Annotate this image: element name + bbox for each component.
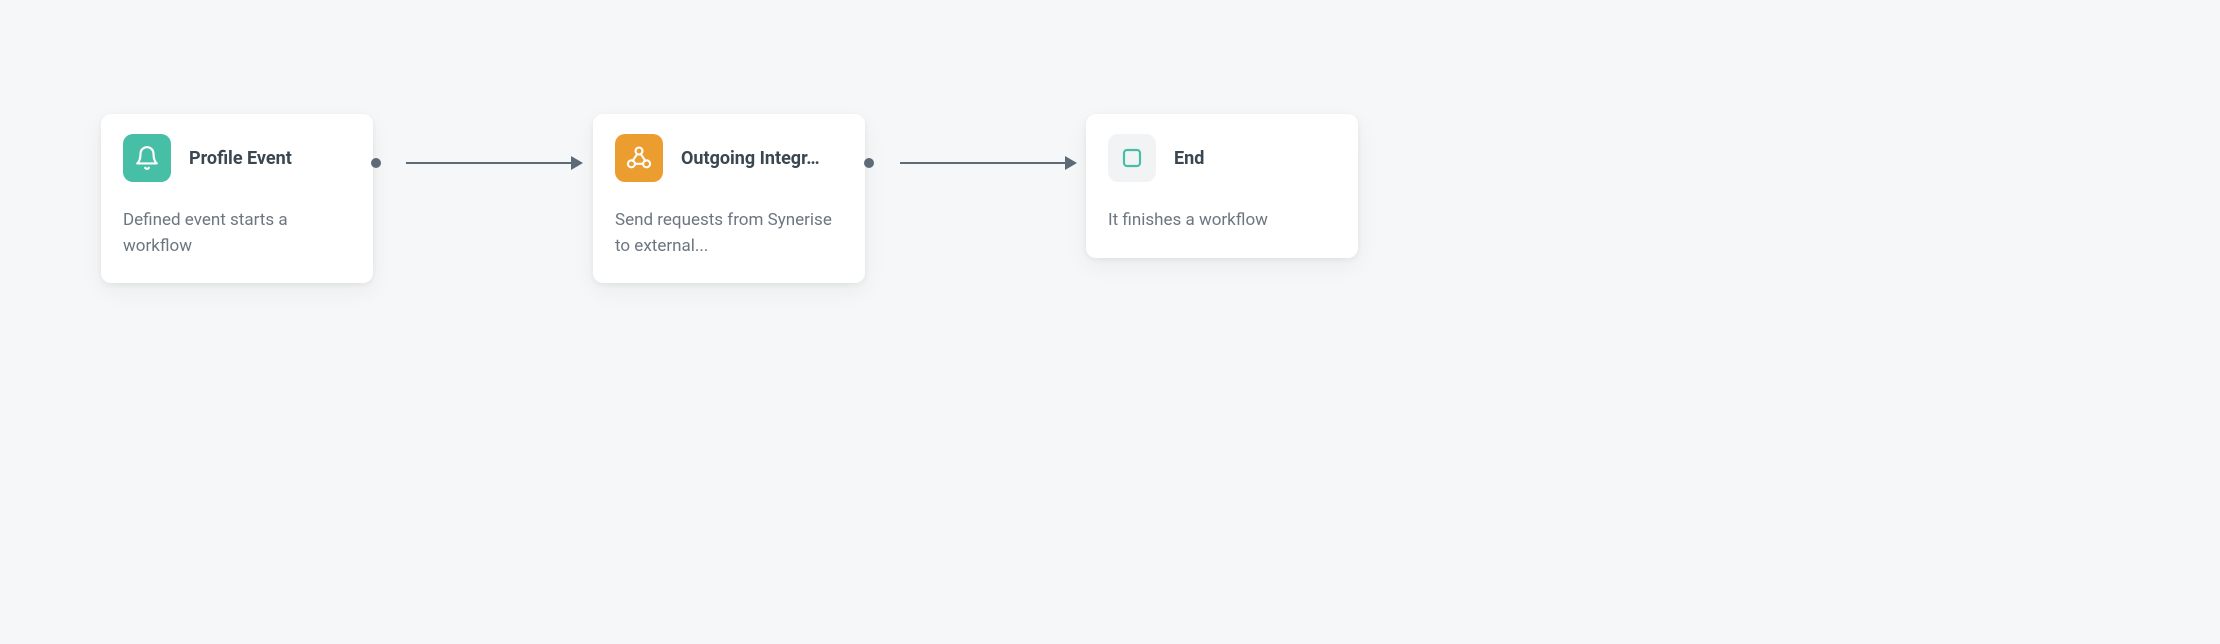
workflow-canvas[interactable]: Profile Event Defined event starts a wor… (0, 0, 2220, 644)
stop-icon (1108, 134, 1156, 182)
node-outgoing-integration[interactable]: Outgoing Integr… Send requests from Syne… (593, 114, 865, 283)
arrow-connector (406, 156, 583, 170)
node-header: End (1108, 134, 1336, 182)
node-header: Profile Event (123, 134, 351, 182)
node-header: Outgoing Integr… (615, 134, 843, 182)
bell-icon (123, 134, 171, 182)
node-title: Profile Event (189, 148, 292, 169)
node-description: Defined event starts a workflow (123, 208, 351, 259)
node-description: Send requests from Synerise to external.… (615, 208, 843, 259)
connector-dot[interactable] (371, 158, 381, 168)
connector-dot[interactable] (864, 158, 874, 168)
node-title: End (1174, 148, 1204, 169)
node-profile-event[interactable]: Profile Event Defined event starts a wor… (101, 114, 373, 283)
webhook-icon (615, 134, 663, 182)
node-title: Outgoing Integr… (681, 148, 820, 169)
arrow-connector (900, 156, 1077, 170)
node-description: It finishes a workflow (1108, 208, 1336, 234)
node-end[interactable]: End It finishes a workflow (1086, 114, 1358, 258)
